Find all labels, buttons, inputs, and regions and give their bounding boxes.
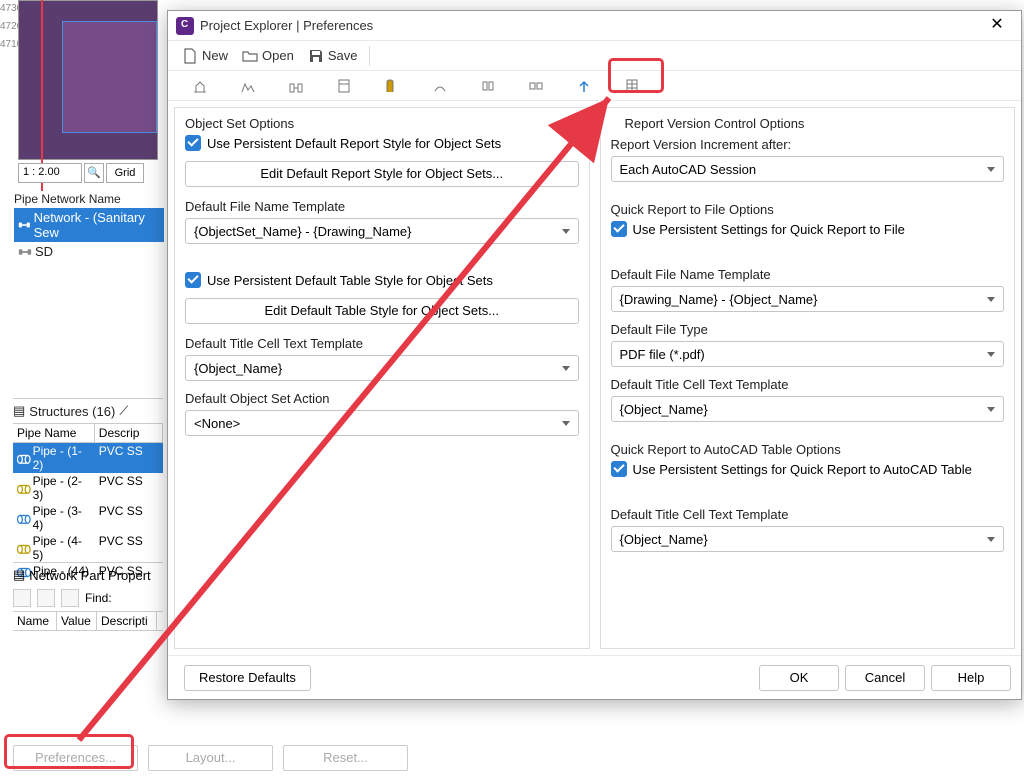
qr-table-title-cell-label: Default Title Cell Text Template [611, 507, 1005, 522]
qr-filename-template-label: Default File Name Template [611, 267, 1005, 282]
right-column: Report Version Control Options Report Ve… [600, 107, 1016, 649]
annotation-highlight-preferences [4, 734, 134, 769]
quick-report-file-header: Quick Report to File Options [611, 202, 1005, 217]
new-button[interactable]: New [176, 46, 234, 66]
list-icon: ▤ [13, 567, 25, 583]
chart-y-labels: 4730.0 4720.0 4710.0 [0, 0, 16, 160]
persistent-quick-file-label: Use Persistent Settings for Quick Report… [633, 222, 905, 237]
qr-filetype-label: Default File Type [611, 322, 1005, 337]
quick-report-table-header: Quick Report to AutoCAD Table Options [611, 442, 1005, 457]
persistent-quick-file-checkbox[interactable] [611, 221, 627, 237]
filename-template-label: Default File Name Template [185, 199, 579, 214]
tab-1[interactable] [176, 73, 224, 99]
tab-7[interactable] [464, 73, 512, 99]
reset-button[interactable]: Reset... [283, 745, 408, 771]
dialog-toolbar: New Open Save [168, 41, 1021, 71]
part-properties-panel: ▤ Network Part Propert Find: Name Value … [13, 562, 163, 631]
dialog-footer: Restore Defaults OK Cancel Help [168, 655, 1021, 699]
qr-title-cell-label: Default Title Cell Text Template [611, 377, 1005, 392]
persistent-report-style-checkbox[interactable] [185, 135, 201, 151]
zoom-controls: 1 : 2.00 🔍 Grid [18, 162, 144, 184]
qr-filetype-select[interactable]: PDF file (*.pdf) [611, 341, 1005, 367]
save-button[interactable]: Save [302, 46, 364, 66]
object-set-options-header: Object Set Options [185, 116, 579, 131]
grid-button[interactable]: Grid [106, 163, 144, 183]
qr-table-title-cell-select[interactable]: {Object_Name} [611, 526, 1005, 552]
pipe-tab-icon[interactable]: ⟋ [119, 403, 128, 419]
tab-6[interactable] [416, 73, 464, 99]
layout-button[interactable]: Layout... [148, 745, 273, 771]
preferences-dialog: Project Explorer | Preferences ✕ New Ope… [167, 10, 1022, 700]
tab-9[interactable] [560, 73, 608, 99]
qr-filename-template-select[interactable]: {Drawing_Name} - {Object_Name} [611, 286, 1005, 312]
version-increment-select[interactable]: Each AutoCAD Session [611, 156, 1005, 182]
persistent-quick-table-label: Use Persistent Settings for Quick Report… [633, 462, 972, 477]
app-icon [176, 17, 194, 35]
tab-2[interactable] [224, 73, 272, 99]
cancel-button[interactable]: Cancel [845, 665, 925, 691]
tab-8[interactable] [512, 73, 560, 99]
zoom-search-icon[interactable]: 🔍 [84, 163, 104, 183]
open-button[interactable]: Open [236, 46, 300, 66]
version-increment-label: Report Version Increment after: [611, 137, 1005, 152]
pipe-row[interactable]: Pipe - (4-5)PVC SS [13, 533, 163, 563]
zoom-select[interactable]: 1 : 2.00 [18, 163, 82, 183]
title-cell-template-select[interactable]: {Object_Name} [185, 355, 579, 381]
restore-defaults-button[interactable]: Restore Defaults [184, 665, 311, 691]
part-properties-header: Network Part Propert [29, 568, 150, 583]
props-table-header: Name Value Descripti [13, 611, 163, 631]
persistent-report-style-label: Use Persistent Default Report Style for … [207, 136, 501, 151]
dialog-tabs [168, 71, 1021, 101]
help-button[interactable]: Help [931, 665, 1011, 691]
report-version-header: Report Version Control Options [611, 116, 1005, 131]
pipe-row[interactable]: Pipe - (3-4)PVC SS [13, 503, 163, 533]
dialog-titlebar: Project Explorer | Preferences ✕ [168, 11, 1021, 41]
persistent-quick-table-checkbox[interactable] [611, 461, 627, 477]
ok-button[interactable]: OK [759, 665, 839, 691]
tab-4[interactable] [320, 73, 368, 99]
tab-5[interactable] [368, 73, 416, 99]
structures-tab[interactable]: Structures (16) [29, 404, 115, 419]
edit-report-style-button[interactable]: Edit Default Report Style for Object Set… [185, 161, 579, 187]
edit-table-style-button[interactable]: Edit Default Table Style for Object Sets… [185, 298, 579, 324]
persistent-table-style-checkbox[interactable] [185, 272, 201, 288]
list-icon: ▤ [13, 403, 25, 419]
tool-btn-1[interactable] [13, 589, 31, 607]
qr-title-cell-select[interactable]: {Object_Name} [611, 396, 1005, 422]
pipe-table-header: Pipe Name Descrip [13, 423, 163, 443]
network-pane: Pipe Network Name Network - (Sanitary Se… [14, 190, 164, 261]
filename-template-select[interactable]: {ObjectSet_Name} - {Drawing_Name} [185, 218, 579, 244]
tool-btn-3[interactable] [61, 589, 79, 607]
persistent-table-style-label: Use Persistent Default Table Style for O… [207, 273, 493, 288]
dialog-title: Project Explorer | Preferences [200, 18, 975, 33]
title-cell-template-label: Default Title Cell Text Template [185, 336, 579, 351]
left-column: Object Set Options Use Persistent Defaul… [174, 107, 590, 649]
structures-panel: ▤ Structures (16) ⟋ Pipe Name Descrip Pi… [13, 398, 163, 579]
pipe-row[interactable]: Pipe - (1-2)PVC SS [13, 443, 163, 473]
network-item[interactable]: SD [14, 242, 164, 261]
find-label: Find: [85, 591, 112, 605]
pipe-row[interactable]: Pipe - (2-3)PVC SS [13, 473, 163, 503]
tab-3[interactable] [272, 73, 320, 99]
network-item-selected[interactable]: Network - (Sanitary Sew [14, 208, 164, 242]
profile-chart [18, 0, 158, 160]
annotation-highlight-reports-tab [608, 58, 664, 93]
network-header: Pipe Network Name [14, 190, 164, 208]
object-set-action-select[interactable]: <None> [185, 410, 579, 436]
close-button[interactable]: ✕ [981, 13, 1013, 39]
object-set-action-label: Default Object Set Action [185, 391, 579, 406]
tool-btn-2[interactable] [37, 589, 55, 607]
